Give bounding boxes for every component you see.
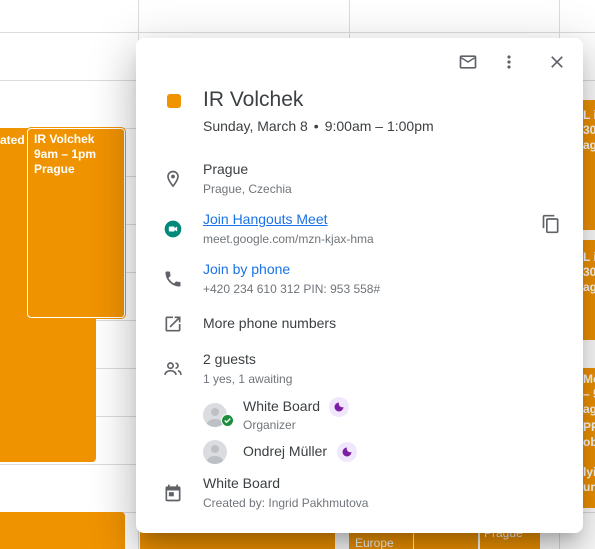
location-name[interactable]: Prague [203,161,248,177]
event-datetime: Sunday, March 8 • 9:00am – 1:00pm [203,118,434,134]
event-title: IR Volchek [203,88,304,111]
moon-icon [329,397,349,417]
email-guests-button[interactable] [454,48,482,76]
close-icon [551,56,563,68]
join-hangouts-meet-link[interactable]: Join Hangouts Meet [203,211,328,227]
guest-name[interactable]: Ondrej Müller [243,443,327,459]
accepted-check-icon [221,414,234,427]
calendar-event[interactable] [0,512,125,549]
guest-role: Organizer [243,418,296,432]
event-location: Prague [34,162,75,176]
guests-icon [162,358,184,380]
event-location: Europe [355,536,394,549]
join-by-phone-link[interactable]: Join by phone [203,261,290,277]
event-title-partial: ated [0,133,25,147]
separator-dot: • [313,118,319,134]
moon-icon [337,442,357,462]
close-button[interactable] [543,48,571,76]
event-text-partial: L i [583,108,595,122]
event-text-partial: oba [583,435,595,449]
copy-button[interactable] [537,210,565,238]
event-text-partial: 30 [583,123,595,137]
hangouts-meet-icon [162,218,184,240]
event-text-partial: Mo [583,372,595,386]
location-icon [162,168,184,190]
event-time: 9:00am – 1:00pm [324,118,434,134]
phone-icon [162,268,184,290]
event-text-partial: 30 [583,265,595,279]
grid-line [0,32,595,33]
open-in-new-icon [162,313,184,335]
event-text-partial: agu [583,402,595,416]
guest-name[interactable]: White Board [243,398,320,414]
event-text-partial: agu [583,138,595,152]
event-details-popup: IR Volchek Sunday, March 8 • 9:00am – 1:00… [136,38,583,533]
guests-count: 2 guests [203,351,256,367]
more-phone-numbers-link[interactable]: More phone numbers [203,315,336,331]
email-icon [459,55,477,69]
avatar [203,440,227,464]
event-text-partial: L i [583,250,595,264]
event-text-partial: uro [583,480,595,494]
phone-number: +420 234 610 312 PIN: 953 558# [203,282,381,296]
event-text-partial: PPl [583,420,595,434]
meet-url: meet.google.com/mzn-kjax-hma [203,232,374,246]
guests-summary: 1 yes, 1 awaiting [203,372,293,386]
calendar-name: White Board [203,475,281,491]
location-detail: Prague, Czechia [203,182,292,196]
more-options-button[interactable] [495,48,523,76]
calendar-event-ir-volchek[interactable]: IR Volchek 9am – 1pm Prague [27,128,125,318]
event-text-partial: lyin [583,465,595,479]
calendar-icon [162,482,184,504]
copy-icon [542,214,559,234]
event-title: IR Volchek [34,132,95,146]
event-time: 9am – 1pm [34,147,97,161]
event-text-partial: – 5 [583,387,595,401]
more-vert-icon [507,55,511,69]
event-color-chip [167,94,181,108]
event-date: Sunday, March 8 [203,118,308,134]
calendar-creator: Created by: Ingrid Pakhmutova [203,496,369,510]
event-text-partial: agu [583,280,595,294]
